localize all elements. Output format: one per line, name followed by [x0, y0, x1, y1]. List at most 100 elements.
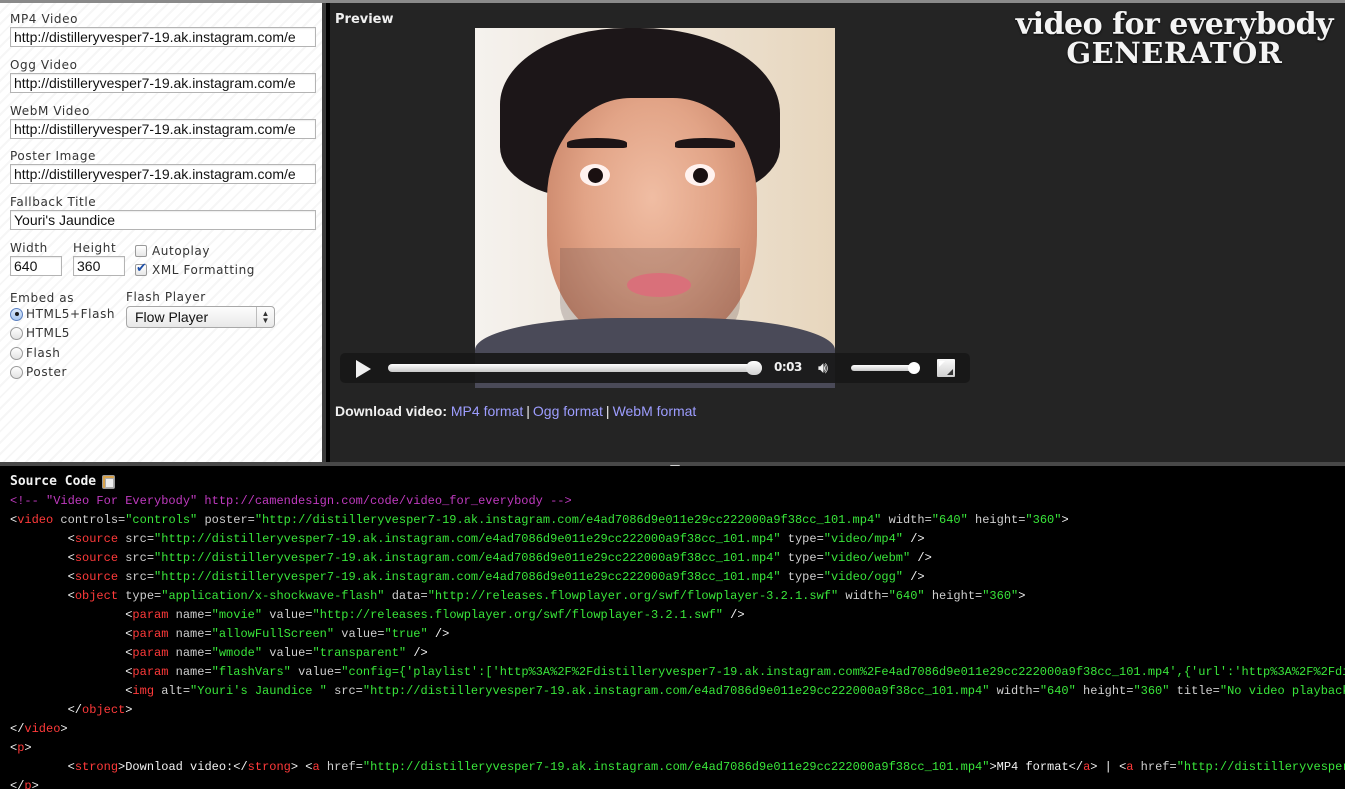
code-token: /> — [903, 570, 925, 584]
settings-form: MP4 Video http://distilleryvesper7-19.ak… — [0, 3, 326, 462]
width-label: Width — [10, 241, 48, 255]
play-icon[interactable] — [356, 360, 371, 378]
code-token: src= — [118, 551, 155, 565]
autoplay-label: Autoplay — [152, 244, 211, 258]
source-code-title: Source Code — [10, 474, 97, 489]
code-line: <source src="http://distilleryvesper7-19… — [10, 530, 1345, 549]
code-token: > — [60, 722, 68, 736]
code-token: strong — [247, 760, 291, 774]
volume-icon[interactable]: 🔊︎ — [818, 359, 842, 377]
code-token: "video/mp4" — [823, 532, 903, 546]
embed-as-label: Embed as — [10, 291, 75, 305]
download-label: Download video: — [335, 403, 447, 419]
code-token: type= — [780, 570, 824, 584]
radio-button[interactable] — [10, 365, 23, 379]
fullscreen-icon[interactable] — [937, 359, 955, 377]
code-line: <source src="http://distilleryvesper7-19… — [10, 568, 1345, 587]
video-controls: 0:03 🔊︎ — [340, 353, 970, 383]
code-token: "transparent" — [312, 646, 407, 660]
code-token: "http://distilleryvesper7-19.ak.instagra… — [254, 513, 882, 527]
mp4-download-link[interactable]: MP4 format — [451, 403, 523, 419]
code-token: "http://distilleryvesper7-19. — [1176, 760, 1345, 774]
code-token: > | < — [1090, 760, 1127, 774]
code-token: "http://distilleryvesper7-19.ak.instagra… — [154, 570, 781, 584]
embed-option-poster[interactable]: Poster — [10, 364, 67, 380]
video-player[interactable] — [475, 28, 835, 388]
code-line: </video> — [10, 720, 1345, 739]
code-token: video — [24, 722, 61, 736]
seek-bar[interactable] — [388, 361, 762, 375]
code-line: <strong>Download video:</strong> <a href… — [10, 758, 1345, 777]
code-token: < — [67, 570, 75, 584]
code-token: img — [132, 684, 155, 698]
radio-button[interactable] — [10, 346, 23, 360]
seek-handle[interactable] — [746, 361, 762, 375]
width-input[interactable]: 640 — [10, 256, 62, 276]
ogg-input[interactable]: http://distilleryvesper7-19.ak.instagram… — [10, 73, 316, 93]
code-token: param — [132, 608, 169, 622]
webm-download-link[interactable]: WebM format — [613, 403, 697, 419]
code-token: "360" — [982, 589, 1019, 603]
code-token: title= — [1169, 684, 1220, 698]
embed-option-label: HTML5 — [26, 326, 71, 340]
autoplay-option[interactable]: Autoplay — [135, 243, 210, 259]
embed-option-flash[interactable]: Flash — [10, 345, 60, 361]
code-token: "wmode" — [211, 646, 263, 660]
code-token: <!-- "Video For Everybody" http://camend… — [10, 494, 572, 508]
xml-formatting-option[interactable]: XML Formatting — [135, 261, 255, 278]
code-token: name= — [168, 608, 212, 622]
code-token: source — [74, 551, 119, 565]
video-frame-eye — [580, 164, 610, 186]
mp4-input[interactable]: http://distilleryvesper7-19.ak.instagram… — [10, 27, 316, 47]
code-token: "http://distilleryvesper7-19.ak.instagra… — [154, 551, 781, 565]
volume-slider[interactable] — [851, 362, 920, 374]
code-token: < — [67, 551, 75, 565]
code-line: <param name="allowFullScreen" value="tru… — [10, 625, 1345, 644]
source-code[interactable]: <!-- "Video For Everybody" http://camend… — [10, 492, 1345, 789]
code-line: <source src="http://distilleryvesper7-19… — [10, 549, 1345, 568]
code-token: controls= — [53, 513, 126, 527]
mp4-field: MP4 Video http://distilleryvesper7-19.ak… — [10, 12, 316, 47]
embed-option-html5[interactable]: HTML5 — [10, 325, 70, 341]
code-token: "flashVars" — [211, 665, 291, 679]
code-token: height= — [1075, 684, 1134, 698]
code-token: "Youri's Jaundice " — [190, 684, 327, 698]
code-line: </p> — [10, 777, 1345, 789]
code-token: height= — [924, 589, 983, 603]
radio-button[interactable] — [10, 326, 23, 340]
separator: | — [605, 403, 610, 419]
code-line: <!-- "Video For Everybody" http://camend… — [10, 492, 1345, 511]
code-token: /> — [406, 646, 428, 660]
code-token: "true" — [384, 627, 428, 641]
preview-panel: Preview video for everybody GENERATOR 0:… — [330, 3, 1345, 462]
ogg-download-link[interactable]: Ogg format — [533, 403, 603, 419]
code-token: p — [24, 779, 32, 789]
code-token: > < — [290, 760, 313, 774]
webm-input[interactable]: http://distilleryvesper7-19.ak.instagram… — [10, 119, 316, 139]
autoplay-checkbox[interactable] — [135, 245, 147, 257]
separator: | — [526, 403, 530, 419]
volume-handle[interactable] — [907, 362, 920, 374]
fallback-title-field: Fallback Title Youri's Jaundice — [10, 195, 316, 230]
poster-input[interactable]: http://distilleryvesper7-19.ak.instagram… — [10, 164, 316, 184]
code-token: height= — [967, 513, 1026, 527]
code-line: <p> — [10, 739, 1345, 758]
select-arrows-icon: ▲ ▼ — [256, 307, 274, 327]
radio-button[interactable] — [10, 307, 23, 321]
xml-formatting-checkbox[interactable] — [135, 261, 148, 276]
embed-option-html5-flash[interactable]: HTML5+Flash — [10, 306, 115, 322]
video-frame-lips — [627, 273, 691, 297]
flash-player-select[interactable]: Flow Player ▲ ▼ — [126, 306, 275, 328]
code-token: strong — [74, 760, 119, 774]
copy-clipboard-icon[interactable] — [102, 474, 116, 489]
code-token: object — [82, 703, 126, 717]
fallback-title-input[interactable]: Youri's Jaundice — [10, 210, 316, 230]
height-input[interactable]: 360 — [73, 256, 125, 276]
code-token: data= — [384, 589, 428, 603]
width-field: Width 640 — [10, 241, 62, 276]
